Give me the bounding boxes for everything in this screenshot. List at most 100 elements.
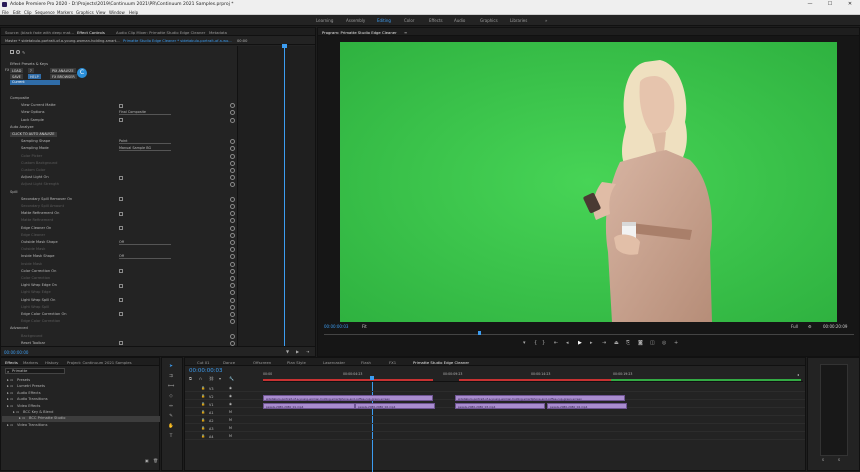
tab-lasercaster[interactable]: Lasercaster <box>323 360 345 365</box>
tab-dance[interactable]: Dance <box>223 360 235 365</box>
param-dropdown[interactable]: Final Composite <box>119 110 171 115</box>
timeline-ruler[interactable]: 00:00 00:00:04:23 00:00:09:23 00:00:14:2… <box>263 368 803 382</box>
timeline-clip[interactable]: pexels-2080-2080_03.mp4 <box>455 403 545 409</box>
meter-solo-s[interactable]: S <box>822 458 824 462</box>
tab-history[interactable]: History <box>45 360 59 365</box>
tab-effects[interactable]: Effects <box>5 360 18 365</box>
tab-project[interactable]: Project: Continuum 2021 Samples <box>67 360 132 365</box>
track-name[interactable]: A2 <box>209 419 213 423</box>
program-timecode[interactable]: 00:00:00:03 <box>324 324 348 329</box>
track-mute-button[interactable]: M <box>229 410 232 414</box>
reset-param-icon[interactable] <box>230 276 235 281</box>
rect-mask-icon[interactable] <box>10 50 14 54</box>
effects-tree-item[interactable]: BCC Primatte Studio <box>29 416 65 420</box>
reset-param-icon[interactable] <box>230 254 235 259</box>
timeline-timecode[interactable]: 00:00:00:03 <box>189 368 223 374</box>
track-lock-icon[interactable]: 🔒 <box>201 418 205 422</box>
track-name[interactable]: V3 <box>209 387 213 391</box>
reset-param-icon[interactable] <box>230 139 235 144</box>
help-small-button[interactable]: ? <box>28 68 34 73</box>
settings-add-icon[interactable]: + <box>674 340 678 346</box>
folder-icon[interactable]: ▸ ▭ <box>7 397 13 401</box>
load-button[interactable]: LOAD <box>10 68 23 73</box>
reset-param-icon[interactable] <box>230 226 235 231</box>
timeline-scroll-icon[interactable]: ◂ <box>797 372 799 377</box>
effects-tree-item[interactable]: BCC Key & Blend <box>23 410 53 414</box>
step-back-icon[interactable]: ◂ <box>566 340 569 346</box>
track-name[interactable]: A3 <box>209 427 213 431</box>
slip-tool-icon[interactable]: ↔ <box>168 404 174 410</box>
param-checkbox[interactable] <box>119 226 123 230</box>
timeline-settings-icon[interactable]: 🔧 <box>229 376 234 381</box>
ripple-edit-tool-icon[interactable]: ⟺ <box>168 384 174 390</box>
tab-cut-01[interactable]: Cut 01 <box>197 360 210 365</box>
reset-param-icon[interactable] <box>230 240 235 245</box>
workspace-color[interactable]: Color <box>404 18 414 23</box>
track-mute-button[interactable]: M <box>229 418 232 422</box>
folder-icon[interactable]: ▸ ▭ <box>7 423 13 427</box>
auto-analyze-button[interactable]: CLICK TO AUTO ANALYZE <box>10 132 57 137</box>
play-icon[interactable]: ▶ <box>578 340 582 346</box>
add-marker-icon[interactable]: ▾ <box>523 340 526 346</box>
reset-param-icon[interactable] <box>230 283 235 288</box>
tab-source[interactable]: Source: (black fade with deep mat... <box>5 30 74 35</box>
tab-metadata[interactable]: Metadata <box>209 30 227 35</box>
track-eye-icon[interactable]: ◉ <box>229 394 232 398</box>
param-checkbox[interactable] <box>119 298 123 302</box>
reset-param-icon[interactable] <box>230 211 235 216</box>
continuum-c-icon[interactable]: C <box>77 68 87 78</box>
param-checkbox[interactable] <box>119 212 123 216</box>
track-lock-icon[interactable]: 🔒 <box>201 410 205 414</box>
param-checkbox[interactable] <box>119 176 123 180</box>
hand-tool-icon[interactable]: ✋ <box>168 424 174 430</box>
export-frame-camera-icon[interactable]: ◙ <box>638 340 643 346</box>
delete-icon[interactable]: 🗑 <box>153 458 158 463</box>
timeline-playhead-handle[interactable] <box>370 376 374 380</box>
param-checkbox[interactable] <box>119 284 123 288</box>
reset-param-icon[interactable] <box>230 233 235 238</box>
reset-param-icon[interactable] <box>230 341 235 346</box>
reset-param-icon[interactable] <box>230 290 235 295</box>
track-mute-button[interactable]: M <box>229 426 232 430</box>
menu-help[interactable]: Help <box>129 10 138 15</box>
snap-icon[interactable]: ∩ <box>199 376 202 381</box>
track-name[interactable]: V1 <box>209 403 213 407</box>
pen-tool-icon[interactable]: ✎ <box>168 414 174 420</box>
menu-window[interactable]: Window <box>109 10 125 15</box>
mark-out-icon[interactable]: } <box>542 340 545 346</box>
tab-audio-clip-mixer[interactable]: Audio Clip Mixer: Primatte Studio Edge C… <box>116 30 205 35</box>
mark-in-icon[interactable]: { <box>534 340 537 346</box>
reset-param-icon[interactable] <box>230 154 235 159</box>
reset-param-icon[interactable] <box>230 247 235 252</box>
track-lock-icon[interactable]: 🔒 <box>201 434 205 438</box>
param-checkbox[interactable] <box>119 341 123 345</box>
pix-analyze-button[interactable]: PIX ANALYZE <box>50 68 76 73</box>
timeline-clip[interactable]: pexels-2080-2080_01.mp4 <box>263 403 355 409</box>
fx-browser-button[interactable]: FX BROWSER <box>50 74 77 79</box>
tab-offscreen[interactable]: Offscreen <box>253 360 271 365</box>
vr-toggle-icon[interactable]: ◎ <box>662 340 666 346</box>
param-dropdown[interactable]: Manual Sample BG <box>119 146 171 151</box>
tab-plan-style[interactable]: Plan Style <box>287 360 306 365</box>
effects-tree-item[interactable]: Audio Effects <box>17 391 41 395</box>
reset-param-icon[interactable] <box>230 197 235 202</box>
lift-icon[interactable]: ⏏ <box>614 340 619 346</box>
reset-param-icon[interactable] <box>230 218 235 223</box>
reset-param-icon[interactable] <box>230 312 235 317</box>
extract-icon[interactable]: ⎘ <box>626 340 630 346</box>
timeline-clip[interactable]: sidetabulo-portrait-of-a-young-woman-hol… <box>455 395 625 401</box>
close-button[interactable]: ✕ <box>840 0 860 8</box>
comparison-view-icon[interactable]: ◫ <box>650 340 655 346</box>
track-name[interactable]: V2 <box>209 395 213 399</box>
tab-effect-controls[interactable]: Effect Controls <box>77 30 105 35</box>
workspace-effects[interactable]: Effects <box>429 18 443 23</box>
effects-search-input[interactable]: ⌕ Primatte <box>5 368 65 374</box>
menu-graphics[interactable]: Graphics <box>76 10 94 15</box>
folder-icon[interactable]: ▸ ▭ <box>13 410 19 414</box>
folder-icon[interactable]: ▸ ▭ <box>19 416 25 420</box>
param-dropdown[interactable]: Point <box>119 139 171 144</box>
help-button[interactable]: HELP <box>28 74 41 79</box>
master-clip-label[interactable]: Master * sidetabulo-portrait-of-a-young-… <box>5 39 120 43</box>
param-checkbox[interactable] <box>119 269 123 273</box>
effect-mini-timeline[interactable] <box>237 46 315 346</box>
